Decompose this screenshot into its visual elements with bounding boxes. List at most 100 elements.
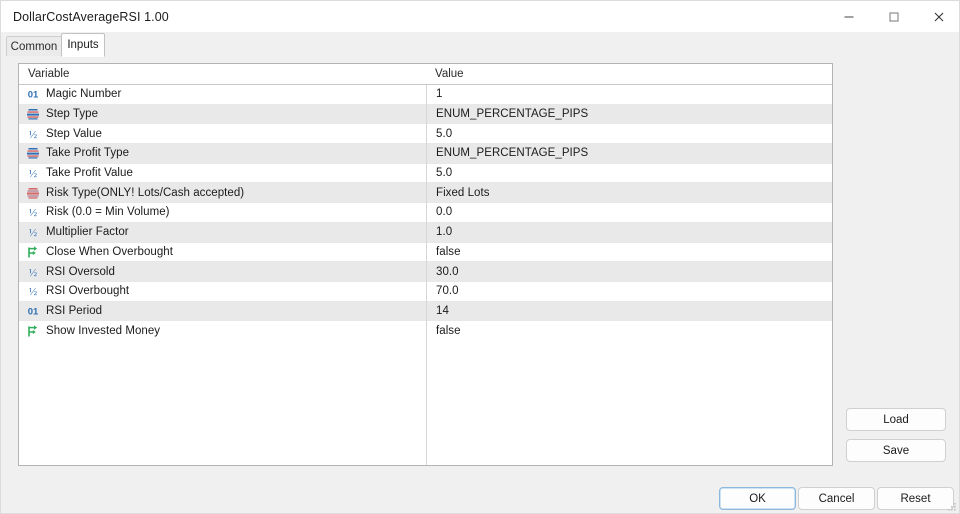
close-icon <box>934 12 943 21</box>
maximize-icon <box>889 12 898 21</box>
variable-label: Take Profit Type <box>46 147 130 160</box>
value-label: 14 <box>436 304 449 317</box>
variable-label: Step Value <box>46 127 102 140</box>
maximize-button[interactable] <box>871 1 916 32</box>
side-button-group: Load Save <box>846 408 946 470</box>
variable-cell: ½ Step Value <box>19 124 426 143</box>
svg-text:½: ½ <box>29 129 37 141</box>
svg-text:½: ½ <box>29 207 37 219</box>
parameters-table[interactable]: Variable Value 01 Magic Number 1 Step Type E… <box>18 63 833 466</box>
dialog-footer: OK Cancel Reset <box>1 477 959 513</box>
close-button[interactable] <box>916 1 959 32</box>
value-cell[interactable]: 1 <box>427 85 832 104</box>
minimize-icon <box>844 16 853 17</box>
value-cell[interactable]: 5.0 <box>427 164 832 183</box>
dialog-window: DollarCostAverageRSI 1.00 Common Inputs … <box>0 0 960 514</box>
bool-type-icon <box>26 245 40 259</box>
svg-text:½: ½ <box>29 286 37 298</box>
variable-cell: ½ RSI Overbought <box>19 282 426 301</box>
value-label: ENUM_PERCENTAGE_PIPS <box>436 108 589 121</box>
double-type-icon: ½ <box>26 166 40 180</box>
variable-cell: ½ RSI Oversold <box>19 262 426 281</box>
enum-type-icon <box>26 107 40 121</box>
svg-text:½: ½ <box>29 267 37 279</box>
column-header-variable: Variable <box>28 68 70 80</box>
table-header-row: Variable Value <box>19 64 832 85</box>
svg-text:01: 01 <box>28 306 39 317</box>
variable-cell: Show Invested Money <box>19 321 426 340</box>
variable-cell: Step Type <box>19 105 426 124</box>
double-type-icon: ½ <box>26 265 40 279</box>
variable-cell: Risk Type(ONLY! Lots/Cash accepted) <box>19 183 426 202</box>
variable-label: RSI Period <box>46 304 103 317</box>
value-cell[interactable]: ENUM_PERCENTAGE_PIPS <box>427 105 832 124</box>
value-cell[interactable]: 1.0 <box>427 223 832 242</box>
value-label: 30.0 <box>436 265 459 278</box>
inputs-panel: Variable Value 01 Magic Number 1 Step Type E… <box>1 56 959 477</box>
enum-type-icon <box>26 146 40 160</box>
svg-text:01: 01 <box>28 90 39 101</box>
int-type-icon: 01 <box>26 87 40 101</box>
variable-cell: Take Profit Type <box>19 144 426 163</box>
value-label: ENUM_PERCENTAGE_PIPS <box>436 147 589 160</box>
tab-inputs[interactable]: Inputs <box>61 33 105 57</box>
variable-label: Show Invested Money <box>46 324 161 337</box>
tab-common[interactable]: Common <box>6 36 62 57</box>
resize-grip-icon[interactable] <box>945 500 957 512</box>
variable-label: Multiplier Factor <box>46 226 129 239</box>
double-type-icon: ½ <box>26 284 40 298</box>
variable-cell: ½ Take Profit Value <box>19 164 426 183</box>
tab-strip: Common Inputs <box>1 32 959 57</box>
load-button[interactable]: Load <box>846 408 946 431</box>
bool-type-icon <box>26 324 40 338</box>
double-type-icon: ½ <box>26 225 40 239</box>
title-bar: DollarCostAverageRSI 1.00 <box>1 1 959 32</box>
enum-red-type-icon <box>26 186 40 200</box>
double-type-icon: ½ <box>26 127 40 141</box>
value-cell[interactable]: ENUM_PERCENTAGE_PIPS <box>427 144 832 163</box>
value-cell[interactable]: false <box>427 321 832 340</box>
variable-cell: Close When Overbought <box>19 243 426 262</box>
caption-button-group <box>826 1 959 32</box>
value-label: 0.0 <box>436 206 453 219</box>
variable-cell: ½ Risk (0.0 = Min Volume) <box>19 203 426 222</box>
value-cell[interactable]: 0.0 <box>427 203 832 222</box>
minimize-button[interactable] <box>826 1 871 32</box>
ok-button[interactable]: OK <box>719 487 796 510</box>
window-title: DollarCostAverageRSI 1.00 <box>13 9 169 24</box>
double-type-icon: ½ <box>26 205 40 219</box>
value-cell[interactable]: Fixed Lots <box>427 183 832 202</box>
value-label: 1.0 <box>436 226 453 239</box>
reset-button[interactable]: Reset <box>877 487 954 510</box>
variable-label: Magic Number <box>46 88 122 101</box>
column-divider <box>426 64 427 465</box>
int-type-icon: 01 <box>26 304 40 318</box>
variable-label: Step Type <box>46 108 99 121</box>
variable-label: RSI Oversold <box>46 265 115 278</box>
value-label: 1 <box>436 88 443 101</box>
value-cell[interactable]: 5.0 <box>427 124 832 143</box>
variable-cell: ½ Multiplier Factor <box>19 223 426 242</box>
save-button[interactable]: Save <box>846 439 946 462</box>
value-cell[interactable]: false <box>427 243 832 262</box>
value-label: false <box>436 324 461 337</box>
value-label: 5.0 <box>436 167 453 180</box>
variable-label: RSI Overbought <box>46 285 130 298</box>
value-label: 70.0 <box>436 285 459 298</box>
variable-label: Risk Type(ONLY! Lots/Cash accepted) <box>46 186 245 199</box>
variable-label: Take Profit Value <box>46 167 133 180</box>
variable-label: Risk (0.0 = Min Volume) <box>46 206 170 219</box>
value-cell[interactable]: 70.0 <box>427 282 832 301</box>
variable-cell: 01 RSI Period <box>19 302 426 321</box>
value-cell[interactable]: 30.0 <box>427 262 832 281</box>
variable-label: Close When Overbought <box>46 245 173 258</box>
column-header-value: Value <box>435 68 464 80</box>
value-label: false <box>436 245 461 258</box>
variable-cell: 01 Magic Number <box>19 85 426 104</box>
cancel-button[interactable]: Cancel <box>798 487 875 510</box>
svg-text:½: ½ <box>29 168 37 180</box>
value-cell[interactable]: 14 <box>427 302 832 321</box>
value-label: Fixed Lots <box>436 186 490 199</box>
value-label: 5.0 <box>436 127 453 140</box>
svg-text:½: ½ <box>29 227 37 239</box>
